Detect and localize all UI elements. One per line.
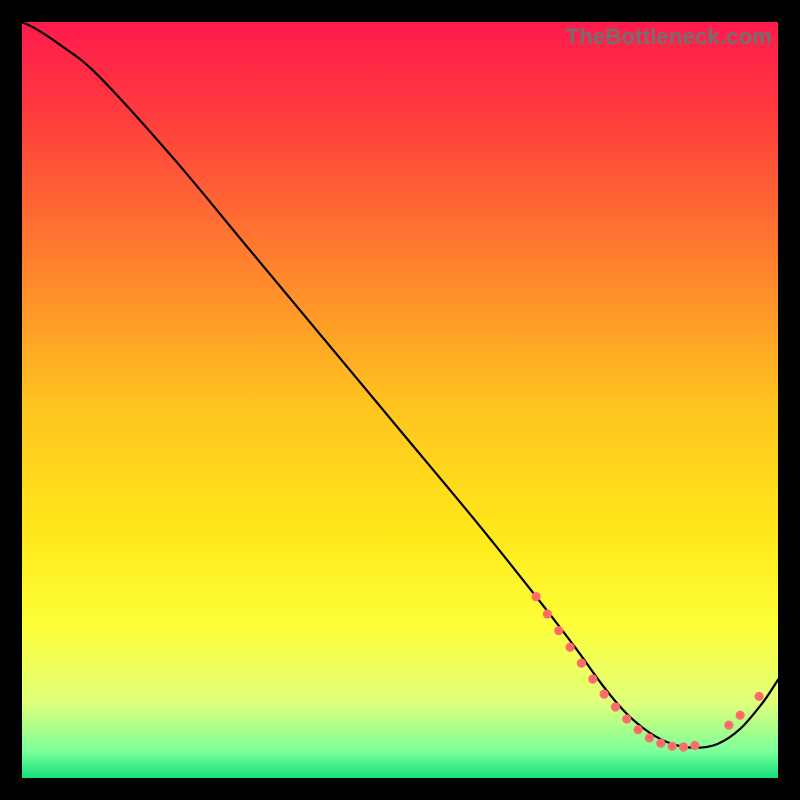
marker-dot <box>668 742 677 751</box>
watermark-text: TheBottleneck.com <box>566 24 772 50</box>
marker-dot <box>622 714 631 723</box>
marker-dot <box>588 674 597 683</box>
marker-dot <box>736 711 745 720</box>
marker-dot <box>755 692 764 701</box>
marker-dot <box>656 739 665 748</box>
marker-dot <box>566 643 575 652</box>
marker-dot <box>690 741 699 750</box>
marker-dot <box>543 609 552 618</box>
marker-dot <box>577 658 586 667</box>
marker-dot <box>724 720 733 729</box>
chart-canvas <box>22 22 778 778</box>
gradient-background <box>22 22 778 778</box>
marker-dot <box>634 725 643 734</box>
marker-dot <box>531 592 540 601</box>
marker-dot <box>554 626 563 635</box>
marker-dot <box>679 742 688 751</box>
marker-dot <box>645 733 654 742</box>
marker-dot <box>611 702 620 711</box>
chart-frame: TheBottleneck.com <box>22 22 778 778</box>
marker-dot <box>600 689 609 698</box>
